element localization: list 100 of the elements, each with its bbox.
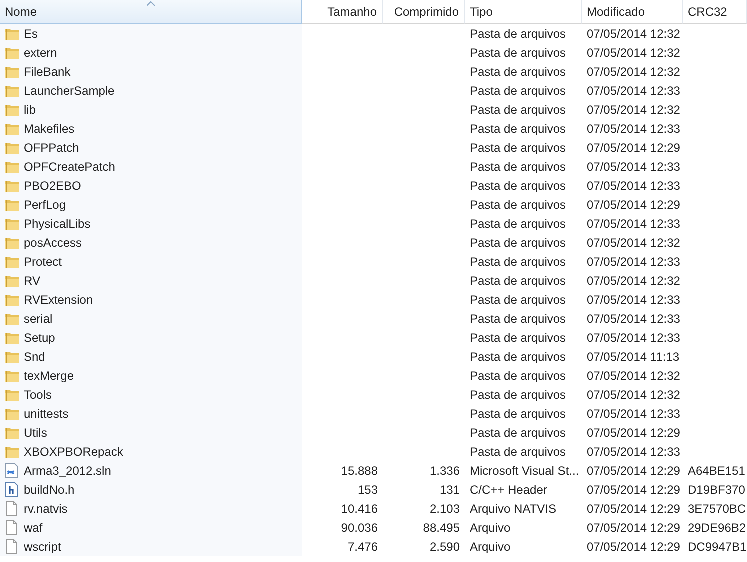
- table-cell: Pasta de arquivos: [470, 368, 566, 382]
- table-cell: 07/05/2014 12:29: [587, 198, 680, 212]
- file-name[interactable]: OFPPatch: [24, 140, 80, 154]
- table-cell: 07/05/2014 12:33: [587, 254, 680, 268]
- file-name[interactable]: posAccess: [24, 236, 82, 250]
- table-cell: D19BF370: [688, 482, 746, 496]
- table-cell: 07/05/2014 12:33: [587, 160, 680, 174]
- file-name[interactable]: rv.natvis: [24, 502, 68, 516]
- table-cell: 153: [358, 482, 378, 496]
- column-header[interactable]: Modificado: [582, 0, 683, 24]
- table-cell: 07/05/2014 12:33: [587, 444, 680, 458]
- table-cell: 3E7570BC: [688, 502, 746, 516]
- folder-icon: [4, 426, 20, 440]
- folder-icon: [4, 26, 20, 40]
- column-header[interactable]: Comprimido: [383, 0, 465, 24]
- table-cell: 29DE96B2: [688, 520, 746, 534]
- folder-icon: [4, 64, 20, 78]
- folder-icon: [4, 274, 20, 288]
- table-cell: 2.103: [430, 502, 460, 516]
- file-name[interactable]: texMerge: [24, 368, 74, 382]
- table-cell: 10.416: [341, 502, 378, 516]
- folder-icon: [4, 140, 20, 154]
- table-cell: Pasta de arquivos: [470, 292, 566, 306]
- table-cell: Pasta de arquivos: [470, 122, 566, 136]
- table-cell: Arquivo NATVIS: [470, 502, 556, 516]
- table-cell: Pasta de arquivos: [470, 350, 566, 364]
- table-cell: 07/05/2014 12:29: [587, 520, 680, 534]
- table-cell: 07/05/2014 12:33: [587, 292, 680, 306]
- table-cell: Pasta de arquivos: [470, 406, 566, 420]
- folder-icon: [4, 444, 20, 458]
- file-name[interactable]: unittests: [24, 406, 69, 420]
- folder-icon: [4, 350, 20, 364]
- file-name[interactable]: Snd: [24, 350, 46, 364]
- table-cell: A64BE151: [688, 464, 746, 478]
- table-cell: 07/05/2014 12:32: [587, 368, 680, 382]
- table-cell: 07/05/2014 12:32: [587, 102, 680, 116]
- folder-icon: [4, 178, 20, 192]
- table-cell: 07/05/2014 12:33: [587, 330, 680, 344]
- table-cell: Microsoft Visual St...: [470, 464, 580, 478]
- file-name[interactable]: Tools: [24, 388, 52, 402]
- table-cell: Arquivo: [470, 520, 511, 534]
- table-cell: 07/05/2014 12:33: [587, 312, 680, 326]
- folder-icon: [4, 46, 20, 60]
- table-cell: Pasta de arquivos: [470, 84, 566, 98]
- file-name[interactable]: PhysicalLibs: [24, 216, 91, 230]
- table-cell: 07/05/2014 12:29: [587, 482, 680, 496]
- table-cell: 07/05/2014 12:32: [587, 236, 680, 250]
- folder-icon: [4, 254, 20, 268]
- file-name[interactable]: serial: [24, 312, 53, 326]
- file-name[interactable]: Setup: [24, 330, 56, 344]
- file-name[interactable]: extern: [24, 46, 58, 60]
- table-cell: 07/05/2014 12:29: [587, 426, 680, 440]
- table-cell: 07/05/2014 12:32: [587, 46, 680, 60]
- folder-icon: [4, 84, 20, 98]
- table-cell: C/C++ Header: [470, 482, 548, 496]
- table-cell: Pasta de arquivos: [470, 274, 566, 288]
- column-header[interactable]: CRC32: [683, 0, 747, 24]
- table-cell: DC9947B1: [688, 540, 747, 554]
- folder-icon: [4, 292, 20, 306]
- file-name[interactable]: lib: [24, 102, 36, 116]
- file-name[interactable]: RVExtension: [24, 292, 94, 306]
- table-cell: 07/05/2014 11:13: [587, 350, 680, 364]
- folder-icon: [4, 312, 20, 326]
- table-cell: 2.590: [430, 540, 460, 554]
- file-name[interactable]: Utils: [24, 426, 48, 440]
- file-name[interactable]: FileBank: [24, 64, 71, 78]
- table-cell: Pasta de arquivos: [470, 216, 566, 230]
- table-cell: 07/05/2014 12:29: [587, 502, 680, 516]
- column-header[interactable]: Tamanho: [302, 0, 383, 24]
- table-cell: 07/05/2014 12:29: [587, 540, 680, 554]
- table-cell: 07/05/2014 12:29: [587, 464, 680, 478]
- file-name[interactable]: wscript: [24, 540, 62, 554]
- table-cell: 07/05/2014 12:33: [587, 84, 680, 98]
- table-cell: 07/05/2014 12:29: [587, 140, 680, 154]
- table-cell: Pasta de arquivos: [470, 160, 566, 174]
- file-name[interactable]: waf: [24, 520, 43, 534]
- table-cell: 88.495: [423, 520, 460, 534]
- file-name[interactable]: PBO2EBO: [24, 178, 82, 192]
- file-name[interactable]: Protect: [24, 254, 62, 268]
- table-cell: Pasta de arquivos: [470, 64, 566, 78]
- file-name[interactable]: PerfLog: [24, 198, 66, 212]
- folder-icon: [4, 122, 20, 136]
- file-name[interactable]: Es: [24, 26, 38, 40]
- file-name[interactable]: buildNo.h: [24, 482, 75, 496]
- table-cell: 131: [440, 482, 460, 496]
- folder-icon: [4, 160, 20, 174]
- folder-icon: [4, 330, 20, 344]
- file-name[interactable]: Makefiles: [24, 122, 75, 136]
- table-cell: Pasta de arquivos: [470, 254, 566, 268]
- folder-icon: [4, 368, 20, 382]
- folder-icon: [4, 406, 20, 420]
- file-name[interactable]: RV: [24, 274, 40, 288]
- table-cell: Pasta de arquivos: [470, 46, 566, 60]
- column-header[interactable]: Nome: [0, 0, 302, 24]
- table-cell: Pasta de arquivos: [470, 236, 566, 250]
- table-cell: 07/05/2014 12:33: [587, 178, 680, 192]
- column-header[interactable]: Tipo: [465, 0, 582, 24]
- table-cell: 07/05/2014 12:33: [587, 406, 680, 420]
- table-cell: 7.476: [348, 540, 378, 554]
- table-cell: 07/05/2014 12:32: [587, 274, 680, 288]
